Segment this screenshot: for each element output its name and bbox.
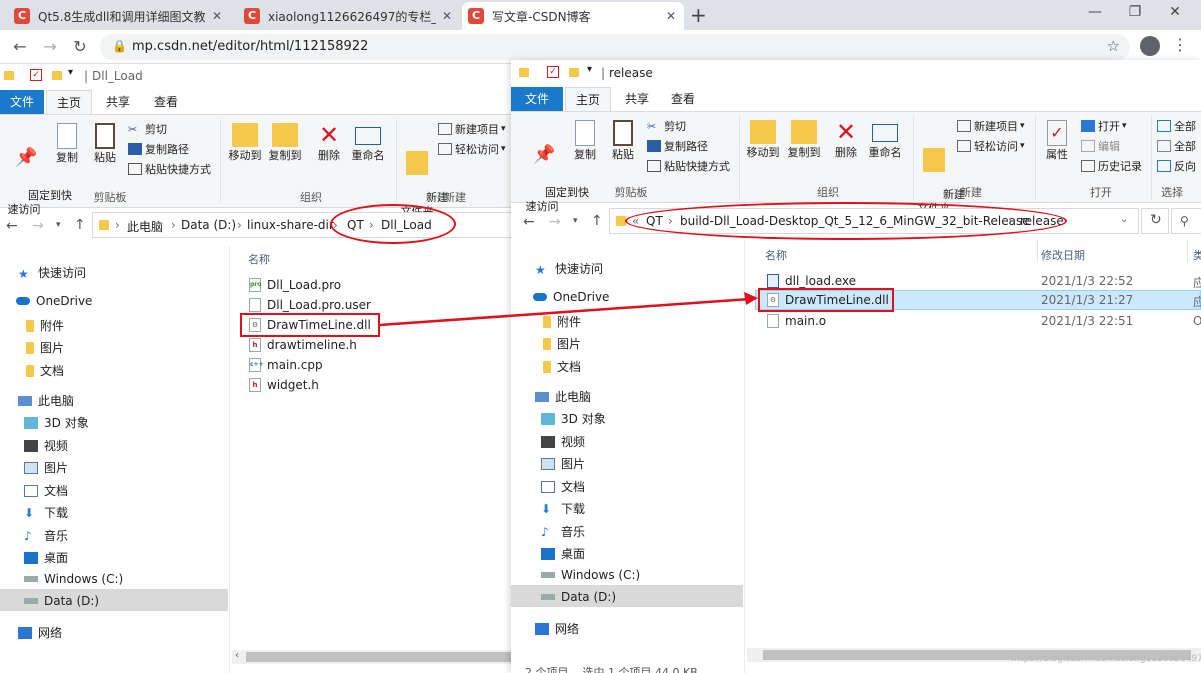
annotation-arrow	[379, 292, 758, 327]
arrow-line	[379, 297, 751, 327]
arrow-head	[744, 292, 758, 305]
